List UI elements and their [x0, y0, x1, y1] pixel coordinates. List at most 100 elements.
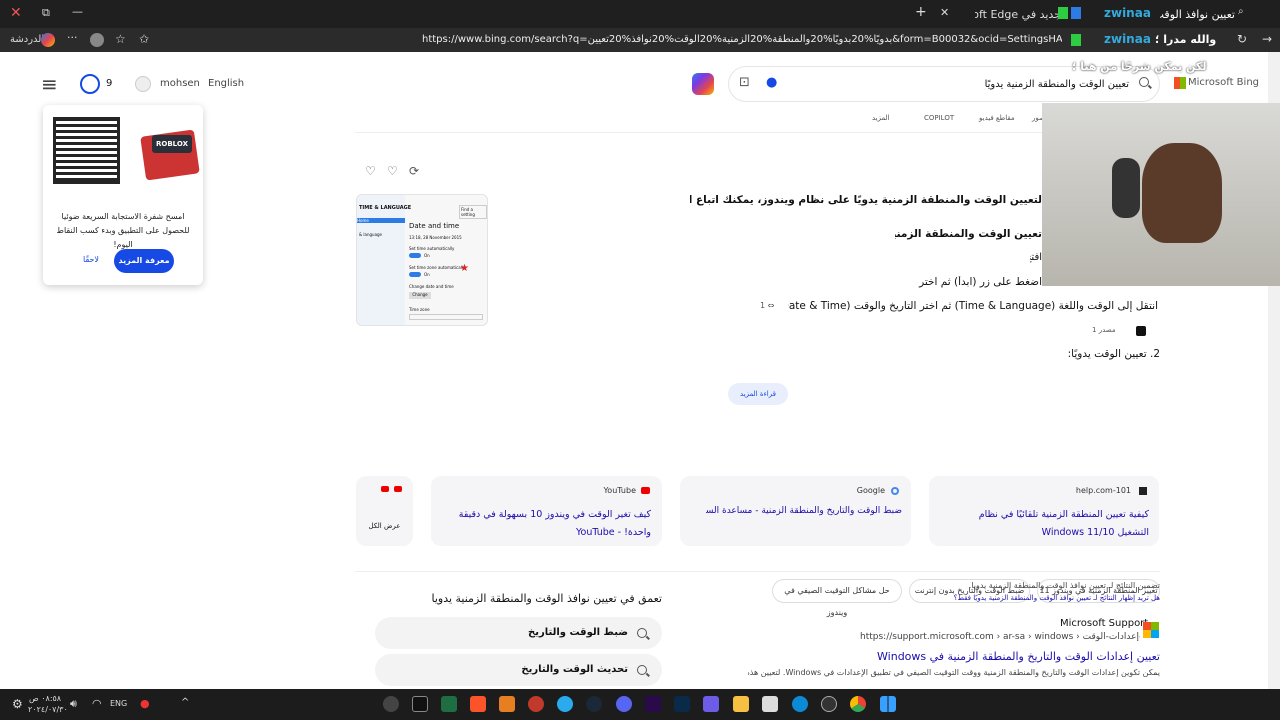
favorites-icon[interactable]: ☆	[115, 32, 126, 46]
obs-icon[interactable]	[383, 696, 399, 712]
url-field[interactable]: https://www.bing.com/search?q=بدويًا%20ب…	[422, 34, 1062, 45]
nav-more[interactable]: المزيد	[872, 114, 890, 122]
citation-link[interactable]: 1 ⇔	[760, 301, 774, 310]
settings-screenshot-card[interactable]: TIME & LANGUAGE Find a setting Home & la…	[356, 194, 488, 326]
file-explorer-icon[interactable]	[733, 696, 749, 712]
close-icon[interactable]: ✕	[10, 5, 22, 21]
brave-icon[interactable]	[470, 696, 486, 712]
mic-icon[interactable]: ●	[140, 697, 150, 710]
answer-bullet: انتقل إلى الوقت واللغة (Time & Language)…	[788, 300, 1158, 312]
settings-lang: & language	[359, 232, 383, 237]
star-icon: ★	[460, 263, 469, 274]
start-icon[interactable]	[880, 696, 896, 712]
learn-more-button[interactable]: معرفة المزيد	[114, 249, 174, 273]
source-card[interactable]: YouTube كيف تغير الوقت في ويندوز 10 بسهو…	[431, 476, 662, 546]
card-title: ضبط الوقت والتاريخ والمنطقة الزمنية - مس…	[706, 506, 902, 516]
later-button[interactable]: لاحقًا	[83, 255, 99, 264]
copilot-logo-icon[interactable]	[692, 73, 714, 95]
card-favicon	[1139, 487, 1147, 495]
site-url[interactable]: https://support.microsoft.com › ar-sa › …	[860, 632, 1140, 642]
tab-actions-icon[interactable]: ⧉	[42, 6, 50, 20]
card-source: Google	[856, 486, 885, 495]
add-favorite-icon[interactable]: ✩	[139, 32, 149, 46]
bing-brand[interactable]: Microsoft Bing	[1188, 77, 1259, 88]
microphone-icon[interactable]: ●	[766, 75, 777, 90]
see-all-label: عرض الكل	[368, 522, 401, 530]
profile-icon[interactable]	[90, 33, 104, 47]
settings-find: Find a setting	[459, 205, 487, 219]
fade-overlay	[355, 362, 1160, 384]
youtube-icon	[394, 486, 402, 492]
language-link[interactable]: English	[208, 78, 244, 89]
app-icon[interactable]	[528, 696, 544, 712]
deep-dive-title: تعمق في تعيين نوافذ الوقت والمنطقة الزمن…	[431, 592, 662, 605]
exclude-link[interactable]: هل تريد إظهار النتائج لـ تعيين نوافذ الو…	[810, 594, 1160, 602]
edge-icon[interactable]	[792, 696, 808, 712]
tab-2[interactable]: جديد في Microsoft Edge	[975, 8, 1061, 21]
more-icon[interactable]: ···	[67, 31, 78, 44]
browser-title-bar: ✕ ⧉ — + ✕ جديد في Microsoft Edge zwinaa …	[0, 0, 1280, 28]
visual-search-icon[interactable]: ⊡	[739, 75, 750, 90]
source-card[interactable]: help.com-101 كيفية تعيين المنطقة الزمنية…	[929, 476, 1159, 546]
site-name[interactable]: Microsoft Support	[1060, 618, 1148, 629]
close-tab-icon[interactable]: ✕	[940, 6, 949, 19]
thumbs-up-icon[interactable]: ♡	[387, 164, 398, 178]
tab-search-icon[interactable]: ⌕	[1238, 6, 1244, 17]
card-title: كيفية تعيين المنطقة الزمنية تلقائيًا في …	[978, 509, 1149, 538]
app-icon[interactable]	[821, 696, 837, 712]
app-icon[interactable]	[499, 696, 515, 712]
menu-icon[interactable]: ≡	[41, 72, 58, 96]
volume-icon[interactable]: 🔊︎	[70, 697, 77, 711]
rewards-icon[interactable]	[80, 74, 100, 94]
related-search[interactable]: ضبط الوقت والتاريخ	[375, 617, 662, 649]
store-icon[interactable]	[762, 696, 778, 712]
app-icon[interactable]	[412, 696, 428, 712]
refresh-icon[interactable]: ↻	[1237, 32, 1247, 46]
user-name[interactable]: mohsen	[160, 78, 200, 89]
nav-copilot[interactable]: COPILOT	[924, 114, 954, 122]
result-snippet: يمكن تكوين إعدادات الوقت والتاريخ والمنط…	[748, 668, 1160, 677]
avatar[interactable]	[135, 76, 151, 92]
steam-icon[interactable]	[586, 696, 602, 712]
source-pill[interactable]: مصدر 1	[1092, 326, 1116, 334]
read-more-button[interactable]: قراءة المزيد	[728, 383, 788, 405]
search-input[interactable]: تعيين الوقت والمنطقة الزمنية يدويًا	[919, 79, 1129, 90]
taskbar-time: ٠٨:٥٨ ص	[29, 694, 62, 703]
search-icon[interactable]	[1139, 77, 1149, 87]
taskbar-date: ٢٠٢٤/٠٧/٣٠	[28, 705, 68, 714]
wifi-icon[interactable]: ◠	[92, 697, 102, 710]
answer-intro: لتعيين الوقت والمنطقة الزمنية يدويًا على…	[690, 194, 1042, 206]
result-title[interactable]: تعيين إعدادات الوقت والتاريخ والمنطقة ال…	[870, 650, 1160, 663]
nav-video[interactable]: مقاطع فيديو	[979, 114, 1015, 122]
copilot-icon[interactable]	[41, 33, 55, 47]
excel-icon[interactable]	[441, 696, 457, 712]
tray-chevron-icon[interactable]: ^	[181, 697, 189, 708]
active-tab[interactable]: تعيين نوافذ الوقت والمنطقة	[1160, 8, 1235, 21]
card-source: YouTube	[603, 486, 636, 495]
youtube-icon	[381, 486, 389, 492]
forward-icon[interactable]: →	[1262, 32, 1272, 46]
minimize-icon[interactable]: —	[72, 5, 83, 18]
microsoft-logo-icon[interactable]	[1174, 77, 1186, 89]
game-logo: ROBLOX	[152, 135, 192, 153]
source-card[interactable]: Google ضبط الوقت والتاريخ والمنطقة الزمن…	[680, 476, 911, 546]
new-tab-button[interactable]: +	[915, 4, 927, 20]
premiere-icon[interactable]	[645, 696, 661, 712]
microsoft-logo-icon	[1143, 622, 1159, 638]
settings-home: Home	[357, 218, 405, 223]
stream-overlay-text: zwinaa	[1104, 32, 1151, 46]
discord-icon[interactable]	[616, 696, 632, 712]
telegram-icon[interactable]	[557, 696, 573, 712]
chat-label[interactable]: الدردشة	[10, 34, 44, 45]
photoshop-icon[interactable]	[674, 696, 690, 712]
citation-count: 1	[760, 301, 766, 310]
taskbar-lang[interactable]: ENG	[110, 699, 127, 708]
related-search[interactable]: تحديث الوقت والتاريخ	[375, 654, 662, 686]
chrome-icon[interactable]	[850, 696, 866, 712]
settings-tz-select	[409, 314, 483, 320]
settings-icon[interactable]: ⚙	[12, 697, 23, 711]
app-icon[interactable]	[703, 696, 719, 712]
share-icon[interactable]: ⟳	[409, 164, 419, 178]
thumbs-down-icon[interactable]: ♡	[365, 164, 376, 178]
see-all-card[interactable]: عرض الكل	[356, 476, 413, 546]
